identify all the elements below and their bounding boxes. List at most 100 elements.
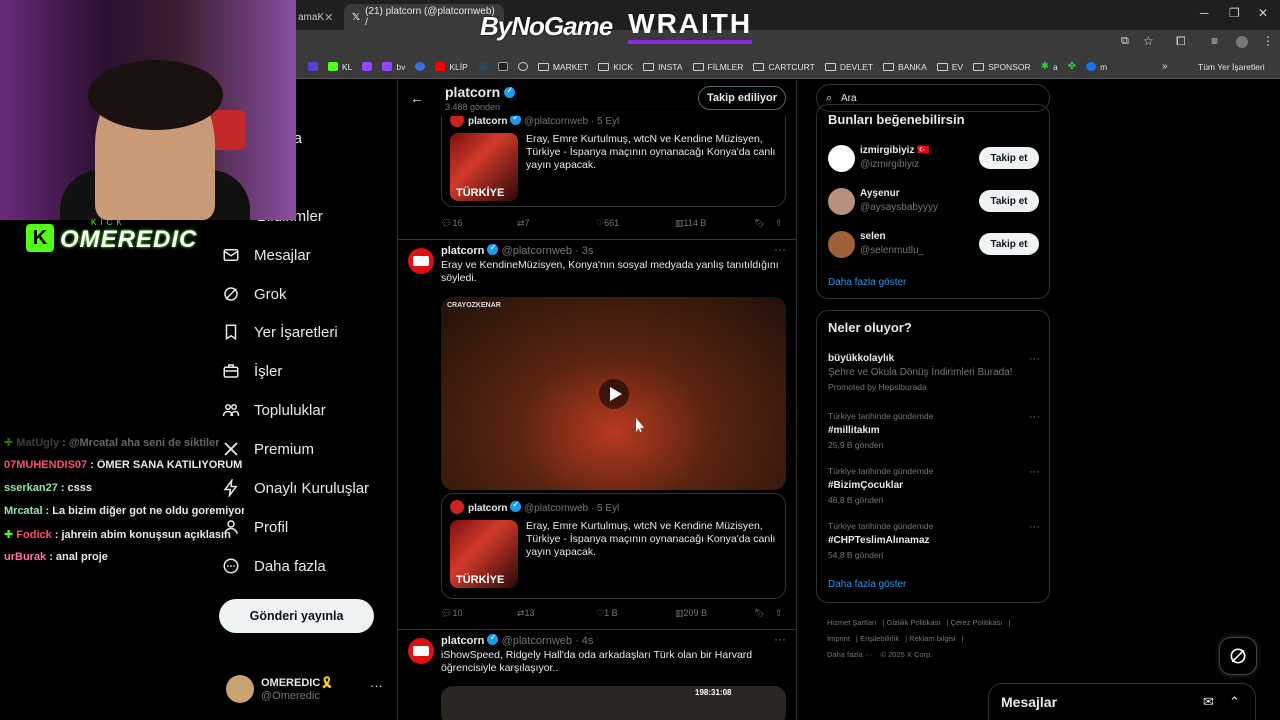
nav-item-messages[interactable]: Mesajlar (222, 241, 311, 269)
bookmark-s[interactable] (308, 62, 318, 71)
tweet-author[interactable]: platcorn (441, 635, 484, 647)
back-arrow-icon[interactable]: ← (410, 90, 424, 106)
quote-tweet[interactable]: platcorn @platcornweb · 5 Eyl TÜRKİYE Er… (441, 106, 786, 207)
bookmark-openai[interactable] (517, 62, 528, 71)
search-input[interactable]: ⌕ Ara (816, 84, 1050, 112)
bookmark-folder[interactable]: MARKET (537, 62, 588, 72)
tweet-time[interactable]: · 4s (575, 635, 593, 647)
avatar[interactable] (408, 638, 434, 664)
minimize-icon[interactable]: ─ (1200, 6, 1209, 20)
footer-link[interactable]: Hizmet Şartları (827, 618, 877, 627)
bookmark-folder[interactable]: CARTCURT (753, 62, 815, 72)
views-button[interactable]: ▥ 209 B (675, 608, 707, 619)
profile-avatar[interactable] (1236, 36, 1248, 48)
bookmark-folder[interactable]: INSTA (643, 62, 683, 72)
bookmark-steam[interactable] (477, 62, 488, 71)
bookmark-item[interactable]: KL (328, 62, 352, 72)
footer-link[interactable]: Çerez Politikası (950, 618, 1002, 627)
bookmark-green[interactable]: ✤ (1068, 61, 1076, 72)
extensions-icon[interactable]: ⧠ (1176, 34, 1186, 49)
share-icon[interactable]: ⇧ (775, 608, 783, 619)
bookmark-folder[interactable]: BANKA (882, 62, 927, 72)
tweet-time[interactable]: · 3s (575, 245, 593, 257)
account-switcher[interactable]: OMEREDIC🎗️ @Omeredic ··· (226, 672, 386, 708)
reply-button[interactable]: 💬︎ 10 (441, 608, 462, 619)
bookmark-folder[interactable]: FİLMLER (692, 62, 743, 72)
grok-button[interactable] (1219, 637, 1257, 675)
repost-button[interactable]: ⇄ 13 (517, 608, 535, 619)
nav-item-bookmarks[interactable]: Yer İşaretleri (222, 318, 338, 346)
video-player[interactable]: 198:31:08 (441, 686, 786, 720)
following-button[interactable]: Takip ediliyor (698, 86, 786, 110)
quote-tweet[interactable]: platcorn @platcornweb · 5 Eyl TÜRKİYE Er… (441, 493, 786, 599)
messages-drawer[interactable]: Mesajlar ✉ ⌃ (988, 683, 1256, 720)
avatar[interactable] (408, 248, 434, 274)
tweet[interactable]: platcorn @platcornweb · 4s ··· iShowSpee… (398, 629, 796, 720)
views-button[interactable]: ▥ 114 B (675, 218, 706, 229)
reply-button[interactable]: 💬︎ 16 (441, 218, 462, 229)
menu-icon[interactable]: ⋮ (1262, 34, 1274, 48)
like-button[interactable]: ♡ 1 B (596, 608, 618, 619)
show-more-link[interactable]: Daha fazla göster (828, 579, 906, 590)
footer-link[interactable]: Erişilebilirlik (860, 634, 899, 643)
follow-button[interactable]: Takip et (979, 233, 1039, 255)
bookmark-icon[interactable]: 🔖︎ (754, 218, 765, 229)
media-icon[interactable]: ≡ (1211, 34, 1218, 48)
more-icon[interactable]: ··· (1029, 353, 1040, 365)
bookmark-icon[interactable]: 🔖︎ (754, 608, 765, 619)
new-message-icon[interactable]: ✉ (1203, 694, 1214, 710)
nav-item-verified-orgs[interactable]: Onaylı Kuruluşlar (222, 474, 369, 502)
trend-item[interactable]: Türkiye tarihinde gündemde #millitakım 2… (828, 411, 1040, 457)
close-tab-icon[interactable]: ✕ (324, 11, 333, 24)
expand-icon[interactable]: ⌃ (1229, 694, 1240, 710)
close-window-icon[interactable]: ✕ (1258, 6, 1268, 20)
bookmark-item[interactable]: m (1086, 62, 1107, 72)
all-bookmarks-folder[interactable]: Tüm Yer İşaretleri (1194, 62, 1265, 72)
suggested-user[interactable]: selen @selenmutlu_ Takip et (828, 229, 1040, 263)
suggested-user[interactable]: Ayşenur @aysaysbabyyyy Takip et (828, 186, 1040, 220)
footer-link[interactable]: Gizlilik Politikası (887, 618, 941, 627)
like-button[interactable]: ♡ 661 (596, 218, 619, 229)
more-icon[interactable]: ··· (1029, 411, 1040, 423)
footer-link[interactable]: Daha fazla ··· (827, 650, 872, 659)
nav-item-communities[interactable]: Topluluklar (222, 396, 326, 424)
footer-link[interactable]: İmprint (827, 634, 850, 643)
share-icon[interactable]: ⇧ (775, 218, 783, 229)
bookmark-folder[interactable]: EV (936, 62, 963, 72)
browser-tab[interactable]: amaK ✕ (290, 4, 340, 30)
bookmark-item[interactable]: ✱ a (1041, 61, 1058, 72)
more-icon[interactable]: ··· (774, 242, 786, 256)
bookmark-twitch[interactable] (362, 62, 373, 71)
post-button[interactable]: Gönderi yayınla (219, 599, 374, 633)
footer-link[interactable]: Reklam bilgisi (909, 634, 955, 643)
cast-icon[interactable]: ⧉ (1121, 35, 1129, 48)
more-icon[interactable]: ··· (774, 632, 786, 646)
more-icon[interactable]: ··· (370, 678, 383, 693)
play-icon[interactable] (599, 379, 629, 409)
bookmark-folder[interactable]: DEVLET (824, 62, 873, 72)
bookmark-item[interactable]: bv (382, 62, 405, 72)
bookmark-item[interactable]: KLİP (435, 62, 468, 72)
more-icon[interactable]: ··· (1029, 466, 1040, 478)
repost-button[interactable]: ⇄ 7 (517, 218, 530, 229)
suggested-user[interactable]: izmirgibiyiz 🇹🇷 @izmirgibiyiz Takip et (828, 143, 1040, 177)
bookmark-tab[interactable] (497, 62, 508, 71)
follow-button[interactable]: Takip et (979, 190, 1039, 212)
follow-button[interactable]: Takip et (979, 147, 1039, 169)
bookmark-folder[interactable]: SPONSOR (973, 62, 1031, 72)
show-more-link[interactable]: Daha fazla göster (828, 277, 906, 288)
bookmark-folder[interactable]: KICK (598, 62, 633, 72)
trend-item[interactable]: Türkiye tarihinde gündemde #CHPTeslimAlı… (828, 521, 1040, 567)
tweet-author[interactable]: platcorn (441, 245, 484, 257)
nav-item-jobs[interactable]: İşler (222, 357, 282, 385)
trend-item[interactable]: Türkiye tarihinde gündemde #BizimÇocukla… (828, 466, 1040, 512)
nav-item-grok[interactable]: Grok (222, 280, 287, 308)
more-icon[interactable]: ··· (1029, 521, 1040, 533)
promoted-trend[interactable]: büyükkolaylık Şehre ve Okula Dönüş İndir… (828, 353, 1040, 399)
star-icon[interactable]: ☆ (1143, 34, 1154, 48)
chevron-more-icon[interactable]: » (1162, 61, 1168, 72)
video-player[interactable]: CRAYOZKENAR (441, 297, 786, 490)
bookmark-r[interactable] (415, 62, 426, 71)
quote-time: · 5 Eyl (590, 503, 620, 514)
maximize-icon[interactable]: ❐ (1229, 6, 1240, 20)
